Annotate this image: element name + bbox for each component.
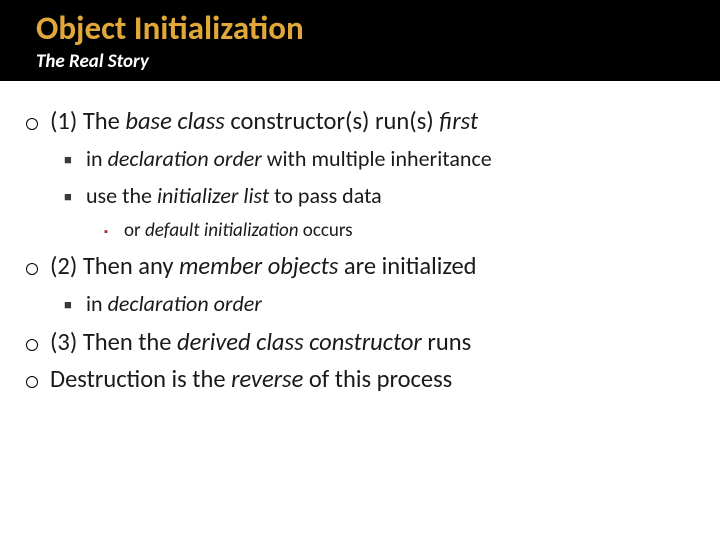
square-bullet-icon: ■: [64, 289, 86, 315]
square-bullet-icon: ■: [64, 144, 86, 170]
list-item: ■in declaration order: [64, 289, 694, 320]
slide-header: Object Initialization The Real Story: [0, 0, 720, 81]
list-item-text: (2) Then any member objects are initiali…: [50, 250, 477, 283]
list-item: Destruction is the reverse of this proce…: [26, 363, 694, 396]
list-item-text: Destruction is the reverse of this proce…: [50, 363, 452, 396]
square-bullet-icon: ■: [64, 181, 86, 207]
circle-bullet-icon: [26, 105, 50, 138]
slide-title: Object Initialization: [36, 10, 720, 48]
list-item-text: (1) The base class constructor(s) run(s)…: [50, 105, 478, 138]
list-item-text: use the initializer list to pass data: [86, 181, 382, 212]
circle-bullet-icon: [26, 250, 50, 283]
list-item: ■use the initializer list to pass data: [64, 181, 694, 212]
list-item-text: (3) Then the derived class constructor r…: [50, 326, 471, 359]
list-item: (3) Then the derived class constructor r…: [26, 326, 694, 359]
list-item-text: or default initialization occurs: [124, 218, 353, 245]
list-item-text: in declaration order: [86, 289, 262, 320]
slide-content: (1) The base class constructor(s) run(s)…: [0, 81, 720, 396]
list-item: (1) The base class constructor(s) run(s)…: [26, 105, 694, 138]
list-item: (2) Then any member objects are initiali…: [26, 250, 694, 283]
circle-bullet-icon: [26, 326, 50, 359]
circle-bullet-icon: [26, 363, 50, 396]
list-item: ▪or default initialization occurs: [104, 218, 694, 245]
slide-subtitle: The Real Story: [36, 50, 720, 73]
square-bullet-icon: ▪: [104, 218, 124, 239]
list-item: ■in declaration order with multiple inhe…: [64, 144, 694, 175]
list-item-text: in declaration order with multiple inher…: [86, 144, 492, 175]
